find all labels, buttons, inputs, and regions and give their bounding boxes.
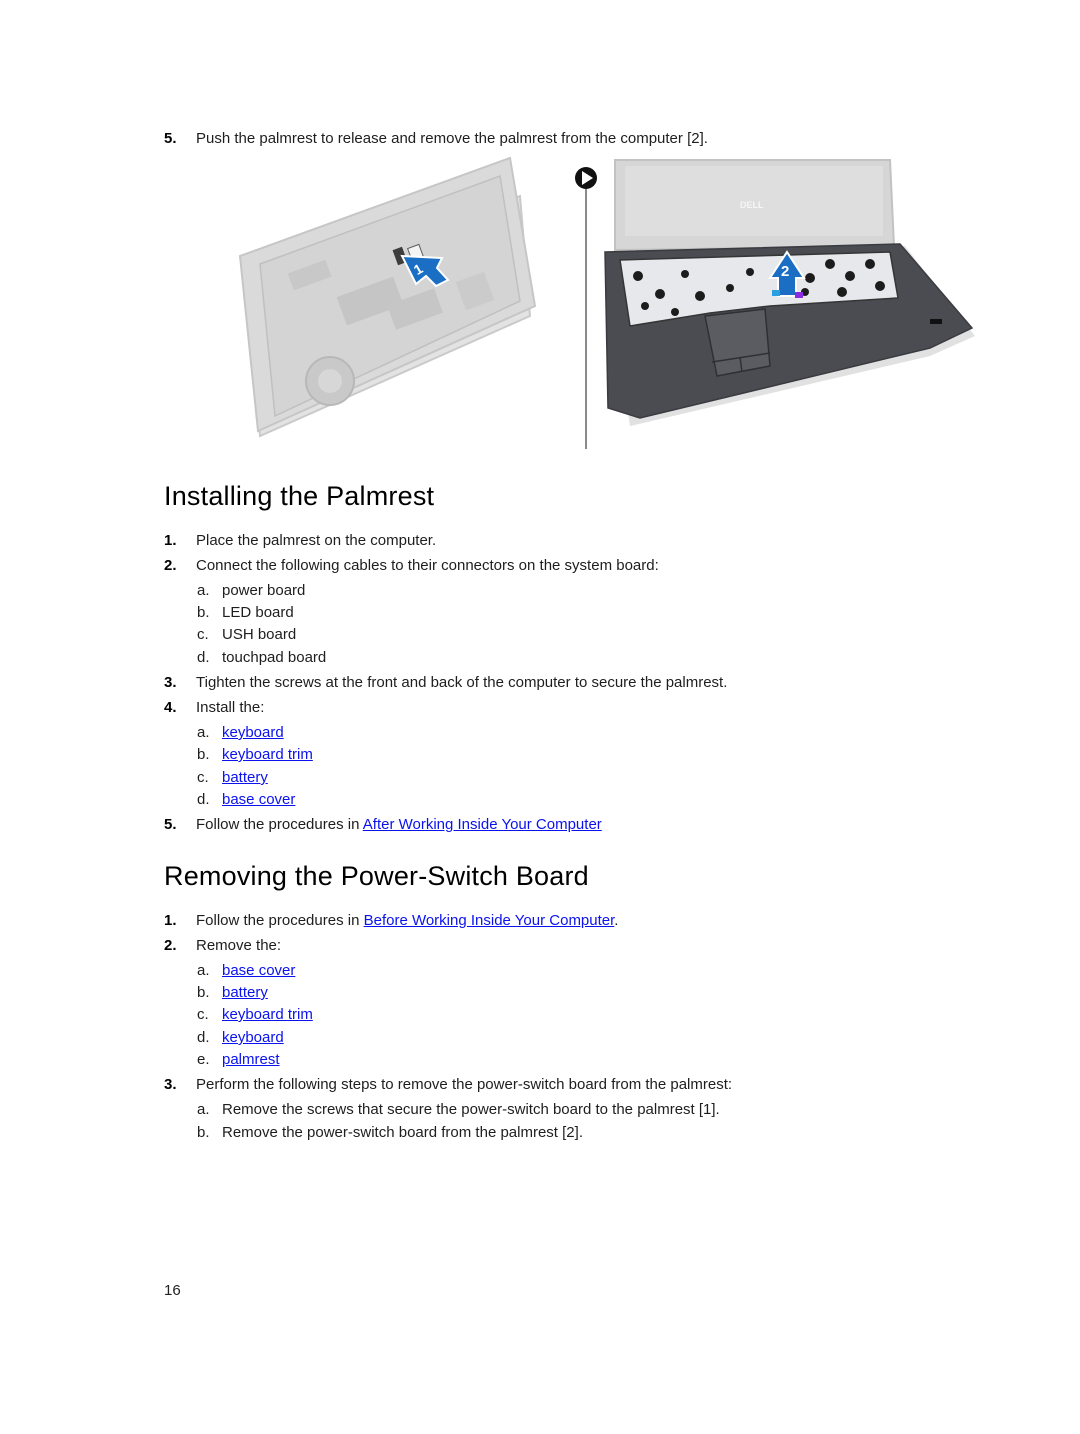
install-step-2-sub-b: b. LED board [197, 603, 294, 623]
remove-step-2-sub-b: b. battery [197, 983, 268, 1003]
sub-letter: a. [197, 1101, 210, 1118]
brand-logo: DELL [740, 200, 764, 210]
step-text: Install the: [196, 699, 265, 716]
install-step-5: 5. Follow the procedures in After Working… [164, 815, 602, 835]
step-text: Push the palmrest to release and remove … [196, 130, 708, 147]
link-palmrest[interactable]: palmrest [222, 1051, 280, 1068]
step-text: Place the palmrest on the computer. [196, 532, 437, 549]
palmrest-removal-figure: 1 DELL 2 [230, 156, 990, 452]
remove-step-2-sub-c: c. keyboard trim [197, 1005, 313, 1025]
step-number: 3. [164, 1076, 177, 1093]
link-battery[interactable]: battery [222, 984, 268, 1001]
sub-letter: c. [197, 769, 209, 786]
install-step-4-sub-d: d. base cover [197, 790, 295, 810]
step-number: 1. [164, 912, 177, 929]
section-heading-removing-power-switch-board: Removing the Power-Switch Board [164, 861, 589, 891]
sub-letter: a. [197, 724, 210, 741]
sub-letter: d. [197, 791, 210, 808]
step-number: 2. [164, 937, 177, 954]
step-text: Tighten the screws at the front and back… [196, 674, 728, 691]
install-step-3: 3. Tighten the screws at the front and ba… [164, 673, 727, 693]
sub-text: USH board [222, 626, 297, 643]
link-base-cover[interactable]: base cover [222, 791, 295, 808]
sub-text: Remove the screws that secure the power-… [222, 1101, 720, 1118]
remove-step-3-sub-b: b. Remove the power-switch board from the… [197, 1123, 583, 1143]
laptop-bottom-view [238, 156, 537, 438]
sub-letter: b. [197, 604, 210, 621]
install-step-2-sub-c: c. USH board [197, 625, 296, 645]
link-keyboard[interactable]: keyboard [222, 1029, 284, 1046]
link-before-working-inside[interactable]: Before Working Inside Your Computer [364, 912, 615, 929]
install-step-4-sub-a: a. keyboard [197, 723, 284, 743]
link-keyboard[interactable]: keyboard [222, 724, 284, 741]
sub-letter: a. [197, 962, 210, 979]
sub-letter: e. [197, 1051, 210, 1068]
remove-step-1: 1. Follow the procedures in Before Workin… [164, 911, 618, 931]
step-text: Remove the: [196, 937, 282, 954]
step-number: 2. [164, 557, 177, 574]
install-step-2: 2. Connect the following cables to their … [164, 556, 659, 576]
step-number: 5. [164, 130, 177, 147]
install-step-2-sub-a: a. power board [197, 581, 305, 601]
remove-step-3-sub-a: a. Remove the screws that secure the powe… [197, 1100, 720, 1120]
install-step-4: 4. Install the: [164, 698, 264, 718]
sub-text: touchpad board [222, 649, 327, 666]
step-text: Connect the following cables to their co… [196, 557, 659, 574]
remove-step-3: 3. Perform the following steps to remove … [164, 1075, 732, 1095]
sub-text: power board [222, 582, 306, 599]
page-number: 16 [164, 1282, 181, 1299]
link-after-working-inside[interactable]: After Working Inside Your Computer [363, 816, 602, 833]
install-step-4-sub-c: c. battery [197, 768, 268, 788]
step-number: 3. [164, 674, 177, 691]
install-step-1: 1. Place the palmrest on the computer. [164, 531, 436, 551]
install-step-2-sub-d: d. touchpad board [197, 648, 326, 668]
remove-step-2-sub-e: e. palmrest [197, 1050, 280, 1070]
step-number: 5. [164, 816, 177, 833]
sub-letter: a. [197, 582, 210, 599]
remove-step-2-sub-a: a. base cover [197, 961, 295, 981]
sub-letter: c. [197, 626, 209, 643]
sub-text: LED board [222, 604, 294, 621]
fingerprint-reader [930, 319, 942, 324]
callout-2-label: 2 [781, 263, 789, 280]
step-number: 1. [164, 532, 177, 549]
remove-step-2: 2. Remove the: [164, 936, 281, 956]
prev-step-5: 5. Push the palmrest to release and remov… [164, 129, 708, 149]
section-heading-installing-palmrest: Installing the Palmrest [164, 481, 435, 511]
step-text: Follow the procedures in [196, 816, 363, 833]
step-number: 4. [164, 699, 177, 716]
link-battery[interactable]: battery [222, 769, 268, 786]
install-step-4-sub-b: b. keyboard trim [197, 745, 313, 765]
step-suffix: . [614, 912, 619, 929]
step-text: Perform the following steps to remove th… [196, 1076, 733, 1093]
sub-letter: b. [197, 984, 210, 1001]
link-keyboard-trim[interactable]: keyboard trim [222, 746, 313, 763]
sub-letter: c. [197, 1006, 209, 1023]
sub-letter: d. [197, 1029, 210, 1046]
sub-letter: d. [197, 649, 210, 666]
link-base-cover[interactable]: base cover [222, 962, 295, 979]
sub-letter: b. [197, 746, 210, 763]
manual-page: 5. Push the palmrest to release and remov… [0, 0, 1080, 1434]
step-text: Follow the procedures in [196, 912, 364, 929]
sub-letter: b. [197, 1124, 210, 1141]
sub-text: Remove the power-switch board from the p… [222, 1124, 583, 1141]
link-keyboard-trim[interactable]: keyboard trim [222, 1006, 313, 1023]
remove-step-2-sub-d: d. keyboard [197, 1028, 284, 1048]
figure-illustration: 1 DELL 2 [238, 156, 975, 449]
